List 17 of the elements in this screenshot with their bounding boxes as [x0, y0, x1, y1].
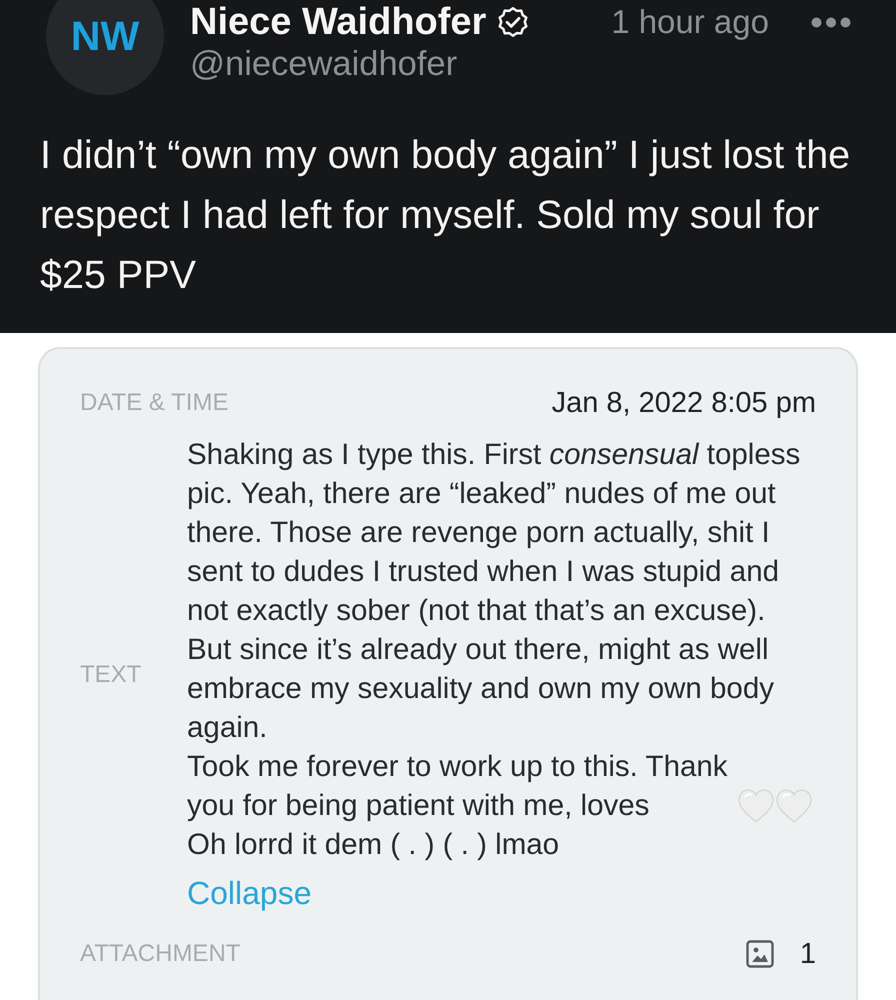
row-label: DATE & TIME — [80, 389, 228, 417]
post-text: I didn’t “own my own body again” I just lost the respect I had left for myself. Sold my soul for $25 PPV — [40, 132, 852, 299]
message-text: Took me forever to work up to this. Thank you for being patient with me, loves — [187, 749, 729, 824]
date-time-value: Jan 8, 2022 8:05 pm — [552, 386, 816, 420]
attachment-count: 1 — [800, 938, 816, 970]
heart-icon — [776, 788, 812, 822]
post-time: 1 hour ago — [611, 3, 769, 41]
row-label: TEXT — [80, 660, 142, 688]
more-options-icon[interactable] — [811, 16, 851, 28]
user-name[interactable]: Niece Waidhofer — [190, 0, 486, 44]
row-label: ATTACHMENT — [80, 940, 240, 968]
avatar[interactable]: NW — [46, 0, 164, 95]
heart-icon — [738, 788, 774, 822]
message-text: Shaking as I type this. First consensual topless pic. Yeah, there are “leaked” nudes of me out there. Those are revenge porn actually, shit I sent to dudes I trusted when I was stupid and not exactly sober (not that that’s an excuse). But since it’s already out there, might as well embrace my sexuality and own my own body again. — [187, 437, 802, 746]
user-handle: @niecewaidhofer — [190, 44, 458, 84]
message-text: Oh lorrd it dem ( . ) ( . ) lmao — [187, 827, 560, 863]
image-icon — [746, 940, 774, 968]
